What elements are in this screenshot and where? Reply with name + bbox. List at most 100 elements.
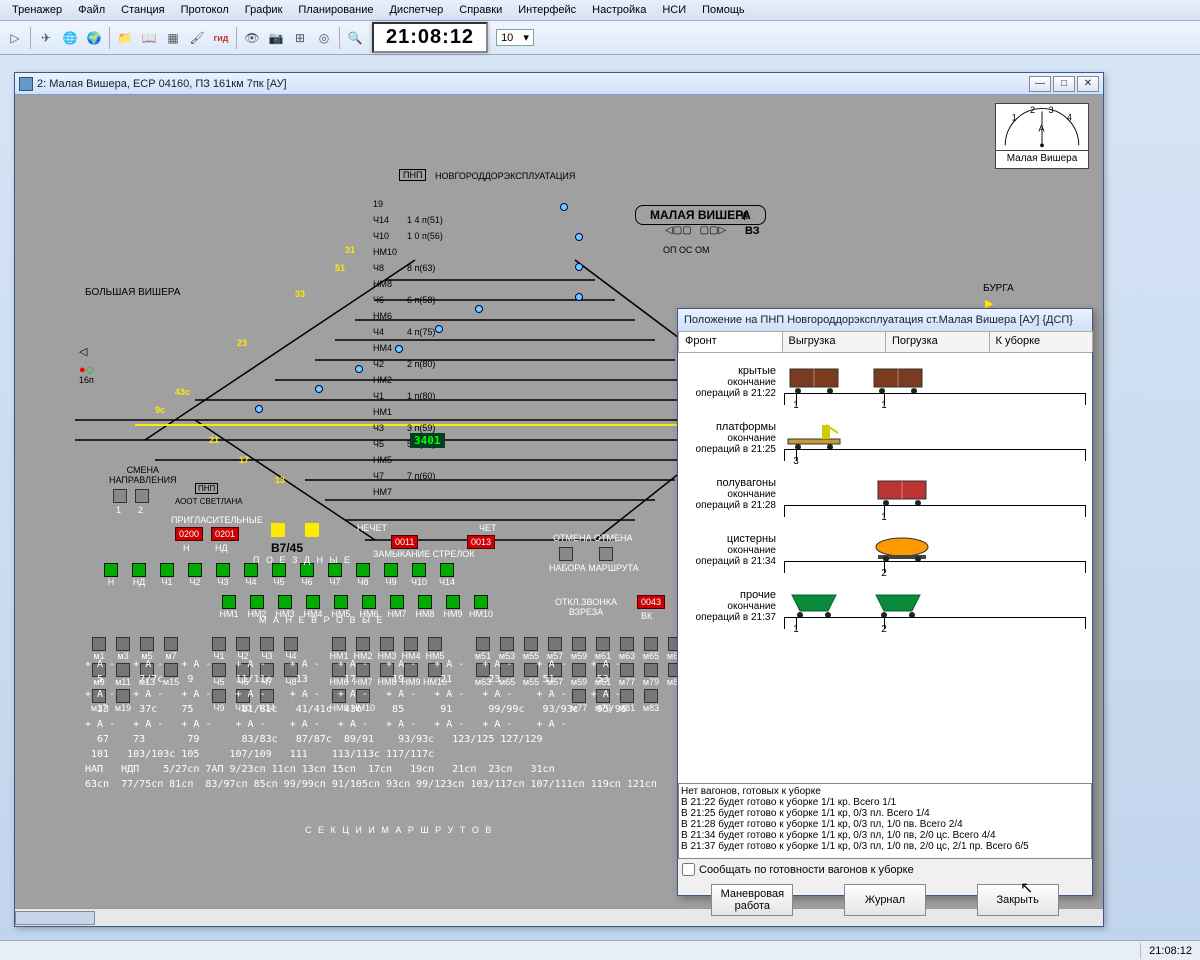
menu-тренажер[interactable]: Тренажер [4,2,70,18]
invite-btn-0200[interactable]: 0200 [175,527,203,541]
signal-btn-НМ10[interactable] [474,595,488,609]
route-btn-м63[interactable] [620,637,634,651]
menu-планирование[interactable]: Планирование [290,2,381,18]
route-btn-НМ4[interactable] [404,637,418,651]
signal-btn-Ч8[interactable] [356,563,370,577]
tool-book-icon[interactable]: 📖 [138,27,160,49]
menu-файл[interactable]: Файл [70,2,113,18]
signal-btn-НМ8[interactable] [418,595,432,609]
menu-протокол[interactable]: Протокол [173,2,237,18]
signal-btn-Ч1[interactable] [160,563,174,577]
tool-camera-icon[interactable]: 📷 [265,27,287,49]
smena-label: СМЕНА НАПРАВЛЕНИЯ [109,465,177,485]
route-btn-м59[interactable] [572,637,586,651]
status-time: 21:08:12 [1140,943,1200,959]
route-btn-м53[interactable] [500,637,514,651]
signal-btn-НМ2[interactable] [250,595,264,609]
route-btn-Ч4[interactable] [284,637,298,651]
tool-gid-icon[interactable]: гид [210,27,232,49]
tool-arrow-icon[interactable]: ▷ [4,27,26,49]
window-icon [19,77,33,91]
tab-1[interactable]: Выгрузка [782,331,887,352]
tool-grid-icon[interactable]: ▦ [162,27,184,49]
signal-btn-НМ7[interactable] [390,595,404,609]
signal-btn-НМ5[interactable] [334,595,348,609]
route-btn-м5[interactable] [140,637,154,651]
tool-grid2-icon[interactable]: ⊞ [289,27,311,49]
tool-folder-icon[interactable]: 📁 [114,27,136,49]
station-titlebar: 2: Малая Вишера, ЕСР 04160, ПЗ 161км 7пк… [15,73,1103,95]
tool-plane-icon[interactable]: ✈ [35,27,57,49]
invite-label: ПРИГЛАСИТЕЛЬНЫЕ [171,515,263,525]
tool-brush-icon[interactable]: 🖌 [186,27,208,49]
menu-справки[interactable]: Справки [451,2,510,18]
signal-btn-Ч6[interactable] [300,563,314,577]
signal-btn-Ч10[interactable] [412,563,426,577]
signal-btn-Ч3[interactable] [216,563,230,577]
signal-btn-Ч2[interactable] [188,563,202,577]
route-btn-м55[interactable] [524,637,538,651]
journal-button[interactable]: Журнал [844,884,926,916]
maximize-button[interactable]: □ [1053,76,1075,92]
close-dialog-button[interactable]: Закрыть [977,884,1059,916]
notify-label: Сообщать по готовности вагонов к уборке [699,864,914,876]
route-btn-НМ1[interactable] [332,637,346,651]
tool-globe-icon[interactable]: 🌐 [59,27,81,49]
menu-нси[interactable]: НСИ [654,2,694,18]
route-btn-м3[interactable] [116,637,130,651]
menu-помощь[interactable]: Помощь [694,2,753,18]
route-btn-НМ2[interactable] [356,637,370,651]
signal-btn-Ч7[interactable] [328,563,342,577]
route-btn-Ч3[interactable] [260,637,274,651]
tool-target-icon[interactable]: ◎ [313,27,335,49]
tool-zoom-icon[interactable]: 🔍 [344,27,366,49]
shunting-work-button[interactable]: Маневровая работа [711,884,793,916]
invite-btn-0201[interactable]: 0201 [211,527,239,541]
log-list[interactable]: Нет вагонов, готовых к уборкеВ 21:22 буд… [678,783,1092,859]
signal-btn-НМ9[interactable] [446,595,460,609]
route-btn-НМ5[interactable] [428,637,442,651]
tab-3[interactable]: К уборке [989,331,1094,352]
signal-btn-НМ4[interactable] [306,595,320,609]
menu-диспетчер[interactable]: Диспетчер [381,2,451,18]
signal-btn-Ч5[interactable] [272,563,286,577]
station-title: 2: Малая Вишера, ЕСР 04160, ПЗ 161км 7пк… [37,78,287,90]
menu-настройка[interactable]: Настройка [584,2,654,18]
route-btn-м1[interactable] [92,637,106,651]
tab-0[interactable]: Фронт [678,331,783,352]
log-line: В 21:28 будет готово к уборке 1/1 кр, 0/… [681,819,1089,830]
smena-btn-1[interactable] [113,489,127,503]
signal-btn-НМ3[interactable] [278,595,292,609]
signal-btn-НД[interactable] [132,563,146,577]
smena-btn-2[interactable] [135,489,149,503]
menu-интерфейс[interactable]: Интерфейс [510,2,584,18]
tool-globe2-icon[interactable]: 🌍 [83,27,105,49]
signal-btn-НМ6[interactable] [362,595,376,609]
svg-text:3: 3 [1048,105,1053,115]
tab-2[interactable]: Погрузка [885,331,990,352]
notify-checkbox[interactable] [682,863,695,876]
otmena-label: ОТМЕНА ОТМЕНА [553,533,633,543]
minimize-button[interactable]: — [1029,76,1051,92]
signal-btn-Ч4[interactable] [244,563,258,577]
menu-станция[interactable]: Станция [113,2,172,18]
signal-btn-Ч14[interactable] [440,563,454,577]
route-btn-м51[interactable] [476,637,490,651]
dialog-tabs: ФронтВыгрузкаПогрузкаК уборке [678,331,1092,353]
close-window-button[interactable]: ✕ [1077,76,1099,92]
route-btn-м61[interactable] [596,637,610,651]
route-btn-м65[interactable] [644,637,658,651]
scale-combo[interactable]: 10▾ [496,29,534,46]
route-btn-Ч1[interactable] [212,637,226,651]
otkl-label: ОТКЛ.ЗВОНКА ВЗРЕЗА [555,597,617,617]
signal-btn-Ч9[interactable] [384,563,398,577]
route-btn-НМ3[interactable] [380,637,394,651]
signal-btn-НМ1[interactable] [222,595,236,609]
menu-график[interactable]: График [237,2,291,18]
route-btn-м7[interactable] [164,637,178,651]
tool-eye-icon[interactable]: 👁 [241,27,263,49]
route-btn-м57[interactable] [548,637,562,651]
signal-btn-Н[interactable] [104,563,118,577]
route-btn-Ч2[interactable] [236,637,250,651]
pnp-box: ПНП [399,169,426,181]
